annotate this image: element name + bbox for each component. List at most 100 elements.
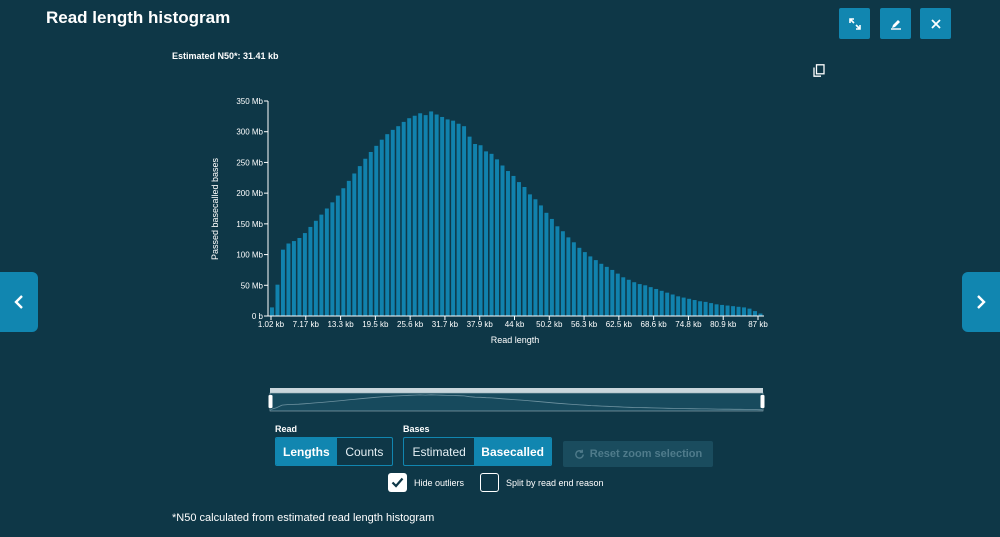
y-tick-label: 50 Mb <box>241 281 264 290</box>
histogram-bar <box>698 301 703 316</box>
histogram-bar <box>423 115 428 316</box>
x-tick-label: 31.7 kb <box>432 320 459 329</box>
x-tick-label: 50.2 kb <box>536 320 563 329</box>
histogram-bar <box>462 126 467 316</box>
x-tick-label: 7.17 kb <box>293 320 320 329</box>
x-tick-label: 56.3 kb <box>571 320 598 329</box>
histogram-bar <box>379 139 384 316</box>
histogram-bar <box>632 282 637 316</box>
histogram-bar <box>434 114 439 316</box>
histogram-bar <box>665 292 670 316</box>
histogram-bar <box>747 308 752 316</box>
histogram-bar <box>681 297 686 316</box>
histogram-bar <box>538 205 543 316</box>
split-by-reason-checkbox[interactable] <box>480 473 499 492</box>
histogram-bar <box>291 241 296 316</box>
range-selector-bar[interactable] <box>270 388 763 393</box>
y-axis-title: Passed basecalled bases <box>210 157 220 260</box>
x-tick-label: 87 kb <box>748 320 768 329</box>
histogram-bar <box>549 218 554 316</box>
histogram-bar <box>308 226 313 316</box>
histogram-bar <box>330 202 335 316</box>
histogram-bar <box>270 307 274 316</box>
x-tick-label: 44 kb <box>505 320 525 329</box>
histogram-bar <box>753 311 757 316</box>
x-tick-label: 62.5 kb <box>606 320 633 329</box>
x-tick-label: 68.6 kb <box>641 320 668 329</box>
histogram-bar <box>731 306 736 316</box>
histogram-bar <box>286 243 291 316</box>
histogram-bar <box>473 144 478 316</box>
footnote: *N50 calculated from estimated read leng… <box>172 512 435 524</box>
y-tick-label: 250 Mb <box>236 158 263 167</box>
histogram-bar <box>456 123 461 316</box>
histogram-bar <box>302 233 307 316</box>
histogram-bar <box>357 166 362 316</box>
x-tick-label: 19.5 kb <box>362 320 389 329</box>
histogram-bar <box>709 303 714 316</box>
x-tick-label: 37.9 kb <box>467 320 494 329</box>
read-counts-option[interactable]: Counts <box>337 438 392 465</box>
refresh-icon <box>574 449 584 459</box>
histogram-bar <box>346 180 351 316</box>
histogram-bar <box>648 287 653 316</box>
histogram-bar <box>676 296 681 316</box>
bases-group-label: Bases <box>403 424 430 434</box>
histogram-bar <box>500 165 505 316</box>
y-tick-label: 200 Mb <box>236 189 263 198</box>
histogram-bar <box>703 301 708 316</box>
x-tick-label: 13.3 kb <box>327 320 354 329</box>
histogram-bar <box>407 118 412 316</box>
histogram-bar <box>626 279 631 316</box>
bases-basecalled-option[interactable]: Basecalled <box>474 438 551 465</box>
x-tick-label: 80.9 kb <box>710 320 737 329</box>
bases-estimated-option[interactable]: Estimated <box>404 438 474 465</box>
hide-outliers-checkbox[interactable] <box>388 473 407 492</box>
histogram-chart: 0 b50 Mb100 Mb150 Mb200 Mb250 Mb300 Mb35… <box>210 97 768 412</box>
histogram-bar <box>604 266 609 316</box>
histogram-bar <box>720 304 725 316</box>
histogram-bar <box>280 249 285 316</box>
range-handle-right[interactable] <box>760 395 765 408</box>
histogram-bar <box>593 260 598 316</box>
histogram-bar <box>577 247 582 316</box>
read-toggle[interactable]: Lengths Counts <box>275 437 393 466</box>
histogram-bar <box>412 115 417 317</box>
histogram-bar <box>544 212 549 316</box>
reset-zoom-button[interactable]: Reset zoom selection <box>563 441 713 467</box>
histogram-bar <box>484 151 489 316</box>
x-tick-label: 74.8 kb <box>675 320 702 329</box>
histogram-bar <box>445 119 450 317</box>
x-axis-title: Read length <box>491 335 540 345</box>
histogram-bar <box>451 120 456 316</box>
bases-toggle[interactable]: Estimated Basecalled <box>403 437 552 466</box>
histogram-bar <box>489 153 494 316</box>
histogram-bar <box>736 306 741 316</box>
histogram-bar <box>725 305 730 316</box>
y-tick-label: 150 Mb <box>236 220 263 229</box>
read-lengths-option[interactable]: Lengths <box>276 438 337 465</box>
histogram-bar <box>440 116 445 316</box>
y-tick-label: 300 Mb <box>236 128 263 137</box>
histogram-bar <box>610 269 615 316</box>
histogram-bar <box>363 158 368 316</box>
y-tick-label: 350 Mb <box>236 97 263 106</box>
range-handle-left[interactable] <box>268 395 273 408</box>
histogram-bar <box>341 188 346 316</box>
histogram-bar <box>418 113 423 316</box>
x-tick-label: 25.6 kb <box>397 320 424 329</box>
hide-outliers-label: Hide outliers <box>414 478 465 488</box>
histogram-bar <box>429 111 434 316</box>
split-by-reason-label: Split by read end reason <box>506 478 604 488</box>
histogram-bar <box>588 256 593 316</box>
histogram-bar <box>275 284 280 316</box>
histogram-bar <box>599 263 604 316</box>
histogram-bar <box>401 121 406 316</box>
histogram-bar <box>324 208 329 316</box>
histogram-bar <box>527 194 532 316</box>
histogram-bar <box>533 199 538 316</box>
histogram-bar <box>659 290 664 316</box>
histogram-bar <box>560 231 565 316</box>
histogram-bar <box>495 159 499 316</box>
histogram-bar <box>714 304 719 316</box>
